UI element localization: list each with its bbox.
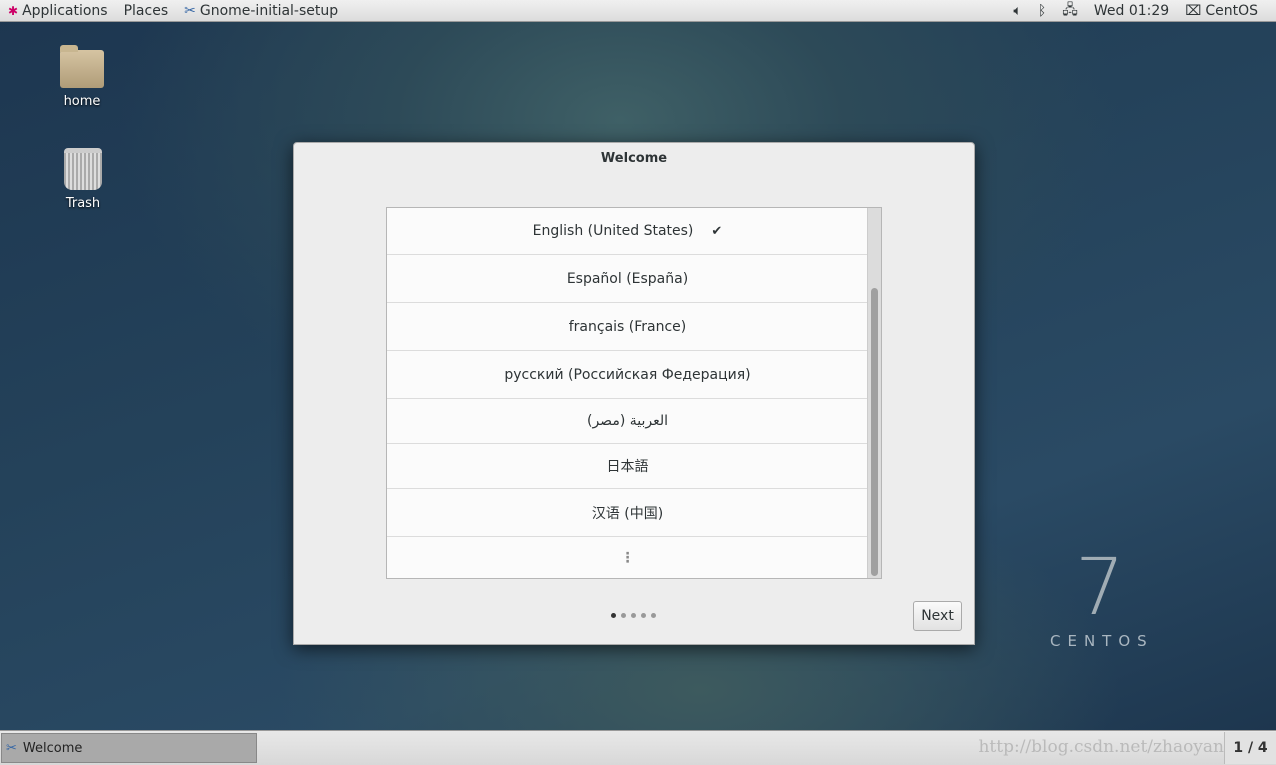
taskbar-item-welcome[interactable]: ✂ Welcome xyxy=(1,733,257,763)
volume-icon[interactable]: 🔈︎ xyxy=(1005,0,1029,22)
trash-icon xyxy=(64,148,102,190)
centos-logo: 7 CENTOS xyxy=(1050,543,1154,650)
next-button[interactable]: Next xyxy=(913,601,962,631)
checkmark-icon: ✔ xyxy=(711,223,723,239)
language-row[interactable]: русский (Российская Федерация) xyxy=(387,351,868,399)
desktop-icon-trash[interactable]: Trash xyxy=(43,148,123,211)
scrollbar[interactable] xyxy=(867,208,881,578)
language-row[interactable]: العربية (مصر) xyxy=(387,399,868,444)
page-dot xyxy=(621,613,626,618)
taskbar: ✂ Welcome http://blog.csdn.net/zhaoyan 1 … xyxy=(0,730,1276,765)
language-row[interactable]: 汉语 (中国) xyxy=(387,489,868,537)
user-menu[interactable]: ⌧ CentOS xyxy=(1177,0,1276,22)
places-menu[interactable]: Places xyxy=(116,0,177,22)
page-dot xyxy=(631,613,636,618)
user-icon: ⌧ xyxy=(1185,2,1202,19)
applications-menu[interactable]: ✱ Applications xyxy=(0,0,116,22)
network-icon[interactable]: 🖧︎ xyxy=(1054,0,1086,22)
watermark: http://blog.csdn.net/zhaoyan xyxy=(978,737,1224,757)
dialog-title: Welcome xyxy=(600,151,668,166)
home-folder-icon xyxy=(60,45,104,88)
scrollbar-thumb[interactable] xyxy=(871,288,878,576)
clock[interactable]: Wed 01:29 xyxy=(1086,0,1177,22)
page-dot xyxy=(651,613,656,618)
bluetooth-icon[interactable]: ᛒ xyxy=(1030,0,1054,22)
language-row[interactable]: Español (España) xyxy=(387,255,868,303)
top-bar: ✱ Applications Places ✂ Gnome-initial-setu… xyxy=(0,0,1276,22)
language-list: English (United States) ✔ Español (España… xyxy=(386,207,882,579)
app-menu[interactable]: ✂ Gnome-initial-setup xyxy=(176,0,346,22)
language-row[interactable]: 日本語 xyxy=(387,444,868,489)
page-dot xyxy=(641,613,646,618)
desktop-icon-home[interactable]: home xyxy=(42,45,122,109)
language-row[interactable]: français (France) xyxy=(387,303,868,351)
applications-icon: ✱ xyxy=(8,3,19,18)
welcome-dialog: Welcome English (United States) ✔ Español… xyxy=(293,142,975,645)
more-icon: ⋮ xyxy=(620,550,635,566)
tools-icon: ✂ xyxy=(184,2,196,19)
page-indicator xyxy=(611,613,656,618)
page-dot xyxy=(611,613,616,618)
more-languages-button[interactable]: ⋮ xyxy=(387,537,868,579)
language-row[interactable]: English (United States) ✔ xyxy=(387,208,868,255)
workspace-switcher[interactable]: 1 / 4 xyxy=(1224,732,1276,764)
tools-icon: ✂ xyxy=(6,740,17,756)
